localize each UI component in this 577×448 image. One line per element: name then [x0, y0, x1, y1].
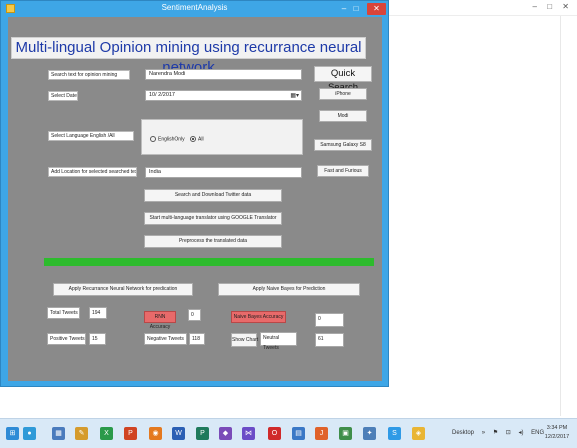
chrome-icon[interactable]: ● [23, 427, 36, 440]
quick-search-title: Quick Search [314, 66, 372, 93]
positive-tweets-label: Positive Tweets [47, 333, 86, 345]
word-icon[interactable]: W [172, 427, 185, 440]
firefox-icon[interactable]: ◉ [149, 427, 162, 440]
apply-rnn-button[interactable]: Apply Recurrance Neural Network for pred… [53, 283, 193, 296]
start-icon[interactable]: ⊞ [6, 427, 19, 440]
minimize-button[interactable]: – [339, 3, 349, 15]
tray-desktop-label[interactable]: Desktop [452, 430, 474, 436]
apply-naive-bayes-button[interactable]: Apply Naive Bayes for Prediction [218, 283, 360, 296]
total-tweets-label: Total Tweets [47, 307, 80, 319]
quick-search-iphone-button[interactable]: iPhone [319, 88, 367, 100]
naive-bayes-accuracy-button[interactable]: Naive Bayes Accuracy [231, 311, 286, 323]
radio-all-dot[interactable] [190, 136, 196, 142]
neutral-tweets-value: 61 [315, 333, 344, 347]
rnn-accuracy-value: 0 [188, 309, 201, 321]
start-translator-button[interactable]: Start multi-language translator using GO… [144, 212, 282, 225]
language-group: EnglishOnly All [141, 119, 303, 155]
negative-tweets-label: Negative Tweets [144, 333, 187, 345]
app-icon[interactable]: ⋈ [242, 427, 255, 440]
radio-all-label: All [198, 136, 204, 143]
positive-tweets-value: 15 [89, 333, 106, 345]
java-icon[interactable]: J [315, 427, 328, 440]
windows-taskbar: ⊞ ● ▦ ✎ X P ◉ W P ◆ ⋈ O ▤ J ▣ ✦ S ◈ Desk… [0, 418, 577, 448]
settings-icon[interactable]: ✦ [363, 427, 376, 440]
search-text-input[interactable]: Narendra Modi [145, 69, 302, 80]
sentiment-app-icon[interactable]: ◈ [412, 427, 425, 440]
radio-english-only-label: EnglishOnly [158, 136, 185, 143]
progress-bar [44, 258, 374, 266]
radio-english-only[interactable]: EnglishOnly [150, 136, 185, 142]
negative-tweets-value: 118 [189, 333, 205, 345]
total-tweets-value: 194 [89, 307, 107, 319]
excel-icon[interactable]: X [100, 427, 113, 440]
radio-all[interactable]: All [190, 136, 204, 142]
system-tray: Desktop » ⚑ ⊡ ◂) ENG [452, 429, 550, 436]
date-picker-value: 10/ 2/2017 [149, 92, 175, 98]
show-chart-button[interactable]: Show Chart [231, 333, 258, 347]
close-button[interactable]: ✕ [367, 3, 386, 15]
tray-volume-icon[interactable]: ◂) [518, 430, 523, 436]
sentiment-analysis-window: SentimentAnalysis – □ ✕ Multi-lingual Op… [0, 0, 389, 387]
select-language-label: Select Language English /All [48, 131, 134, 141]
bg-minimize-button[interactable]: – [533, 2, 537, 11]
download-twitter-data-button[interactable]: Search and Download Twitter data [144, 189, 282, 202]
search-text-label: Search text for opinion mining [48, 70, 130, 80]
page-title: Multi-lingual Opinion mining using recur… [11, 37, 366, 76]
select-date-label: Select Date [48, 91, 78, 101]
taskbar-clock[interactable]: 3:34 PM 12/2/2017 [540, 424, 574, 442]
tray-flag-icon[interactable]: ⚑ [493, 430, 498, 436]
publisher-icon[interactable]: P [196, 427, 209, 440]
clock-date: 12/2/2017 [544, 434, 570, 440]
rnn-accuracy-button[interactable]: RNN Accuracy [144, 311, 176, 330]
notepad-icon[interactable]: ▤ [292, 427, 305, 440]
tray-chevron-icon[interactable]: » [482, 430, 485, 436]
preprocess-data-button[interactable]: Preprocess the translated data [144, 235, 282, 248]
naive-bayes-accuracy-value: 0 [315, 313, 344, 327]
background-scroll-divider [560, 16, 561, 416]
calendar-dropdown-icon[interactable]: ▦▾ [290, 92, 299, 101]
quick-search-fast-furious-button[interactable]: Fast and Furious [317, 165, 369, 177]
skype-icon[interactable]: S [388, 427, 401, 440]
quick-search-modi-button[interactable]: Modi [319, 110, 367, 122]
visual-studio-icon[interactable]: ◆ [219, 427, 232, 440]
radio-english-only-dot[interactable] [150, 136, 156, 142]
progress-bar-fill [44, 258, 374, 266]
tray-network-icon[interactable]: ⊡ [506, 430, 511, 436]
lock-icon[interactable]: ▣ [339, 427, 352, 440]
neutral-tweets-label: Neutral Tweets [260, 332, 297, 351]
maximize-button[interactable]: □ [351, 3, 361, 15]
clock-time: 3:34 PM [546, 425, 568, 431]
opera-icon[interactable]: O [268, 427, 281, 440]
powerpoint-icon[interactable]: P [124, 427, 137, 440]
add-location-label: Add Location for selected searched text [48, 167, 137, 177]
date-picker[interactable]: 10/ 2/2017 ▦▾ [145, 90, 302, 101]
window-titlebar[interactable]: SentimentAnalysis – □ ✕ [1, 1, 388, 17]
file-explorer-icon[interactable]: ▦ [52, 427, 65, 440]
quick-search-samsung-button[interactable]: Samsung Galaxy S8 [314, 139, 372, 151]
location-input[interactable]: India [145, 167, 302, 178]
paint-icon[interactable]: ✎ [75, 427, 88, 440]
window-title: SentimentAnalysis [161, 3, 228, 12]
bg-close-button[interactable]: ✕ [562, 2, 569, 11]
bg-maximize-button[interactable]: □ [547, 2, 552, 11]
background-window-controls: – □ ✕ [525, 2, 569, 11]
